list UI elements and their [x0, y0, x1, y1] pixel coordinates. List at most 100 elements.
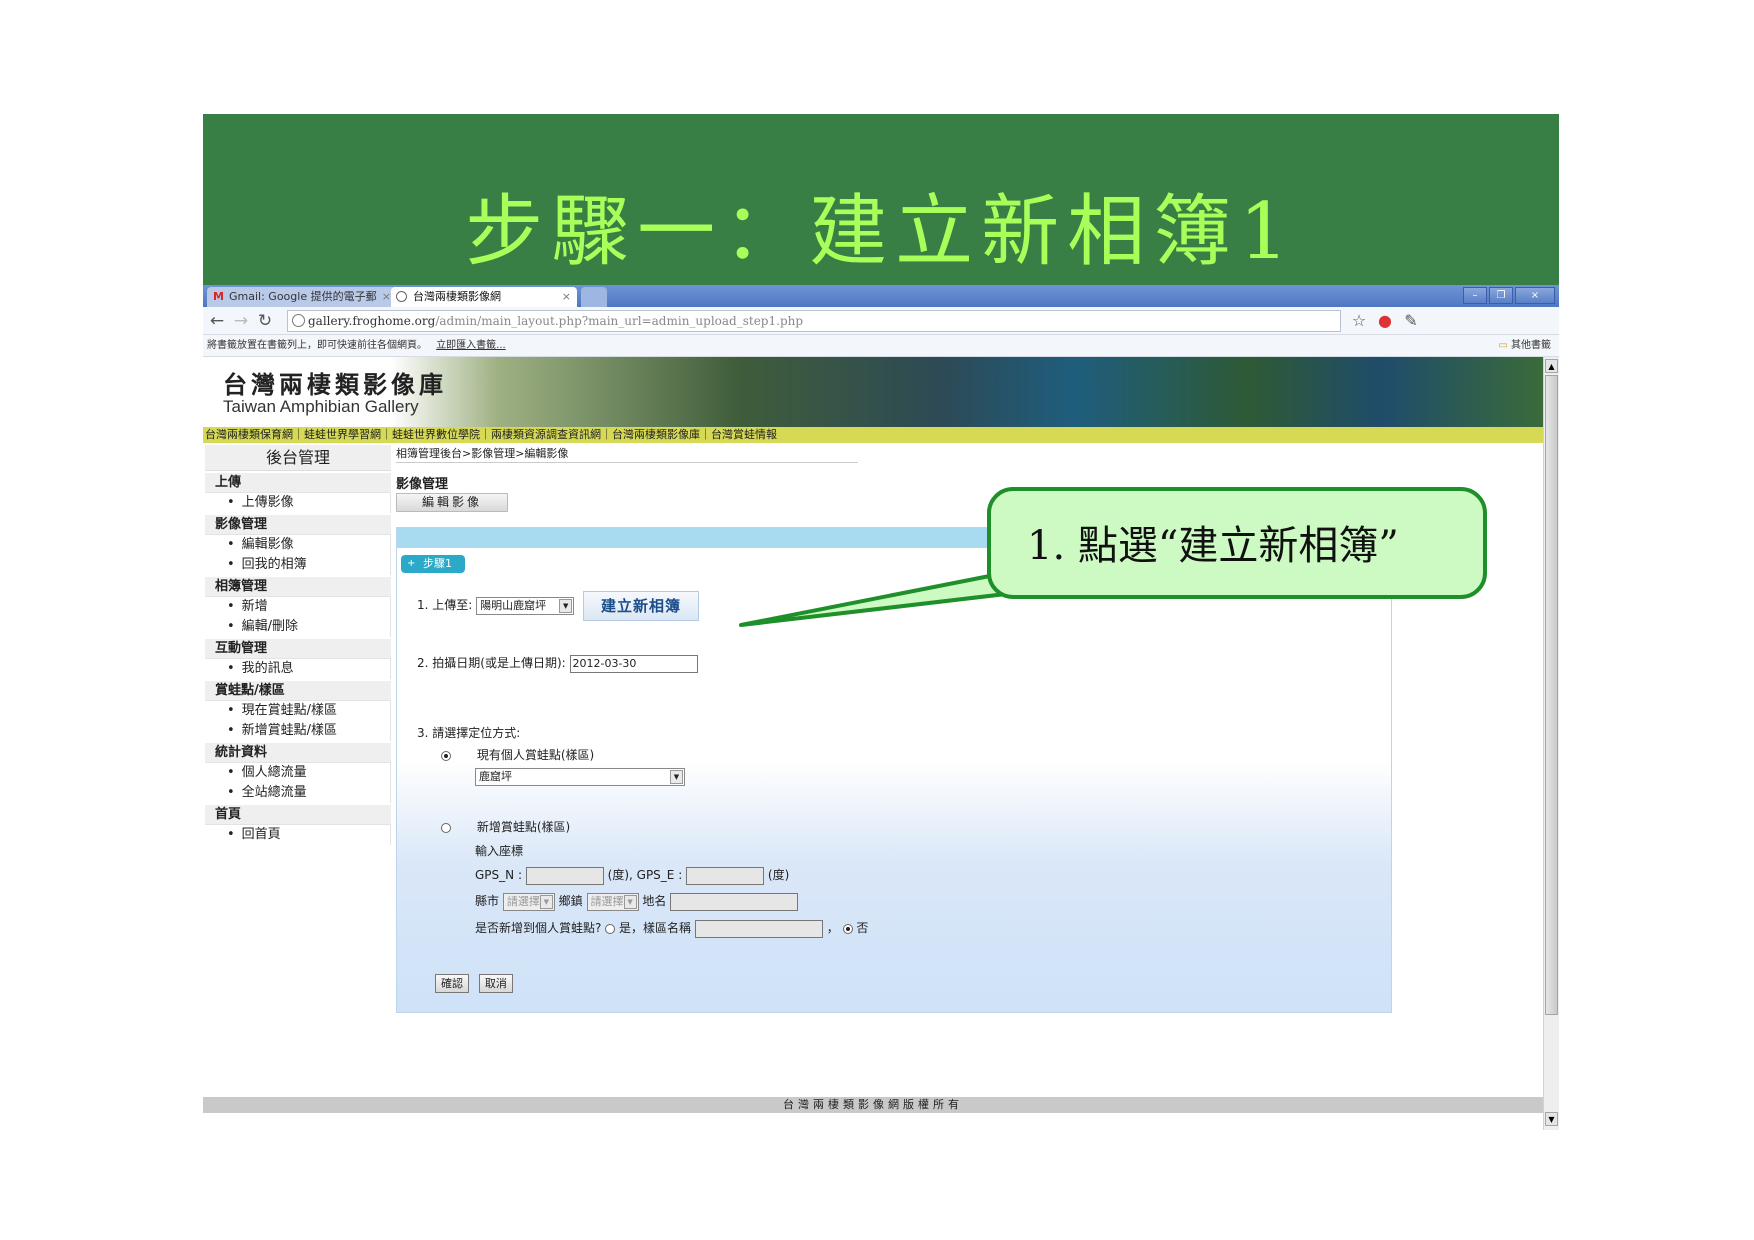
add-personal-row: 是否新增到個人賞蛙點? 是，樣區名稱 ， 否	[475, 919, 868, 938]
sidebar-item-back-home[interactable]: 回首頁	[205, 825, 391, 845]
new-spot-radio[interactable]	[441, 822, 451, 833]
extension-icon[interactable]: ●	[1375, 311, 1395, 331]
gps-e-unit: (度)	[767, 868, 790, 882]
tab-gmail[interactable]: M Gmail: Google 提供的電子郵 ×	[207, 287, 397, 307]
main-content: 相簿管理後台>影像管理>編輯影像 影像管理 編輯影像 步驟1 1. 上傳至: 陽…	[396, 445, 1543, 1013]
slide-banner: 步驟一：建立新相簿1	[203, 114, 1559, 285]
cancel-button[interactable]: 取消	[478, 974, 513, 993]
reload-icon[interactable]: ↻	[255, 311, 275, 331]
sidebar-section-interaction: 互動管理	[205, 639, 391, 659]
window-close-button[interactable]: ×	[1515, 287, 1555, 304]
slide-title: 步驟一：建立新相簿1	[465, 187, 1297, 277]
place-label: 地名	[642, 894, 667, 908]
add-personal-no-label: 否	[856, 921, 869, 935]
date-input[interactable]: 2012-03-30	[569, 654, 698, 673]
separator: ，	[826, 921, 839, 935]
upload-target-label: 1. 上傳至:	[417, 598, 473, 612]
scroll-up-icon[interactable]: ▲	[1545, 359, 1558, 373]
existing-spot-label: 現有個人賞蛙點(樣區)	[476, 748, 595, 762]
sidebar-item-add-album[interactable]: 新增	[205, 597, 391, 617]
tab-gallery[interactable]: 台灣兩棲類影像網 ×	[391, 287, 577, 307]
scroll-thumb[interactable]	[1545, 375, 1558, 1015]
sidebar-item-my-albums[interactable]: 回我的相簿	[205, 555, 391, 575]
album-select[interactable]: 陽明山鹿窟坪 ▼	[476, 596, 575, 615]
sidebar-item-edit-delete[interactable]: 編輯/刪除	[205, 617, 391, 637]
sidebar-item-personal-traffic[interactable]: 個人總流量	[205, 763, 391, 783]
new-tab-button[interactable]	[581, 287, 607, 307]
edit-image-button[interactable]: 編輯影像	[396, 493, 508, 512]
coords-label: 輸入座標	[475, 844, 524, 858]
close-icon[interactable]: ×	[562, 287, 571, 307]
sidebar-item-current-spots[interactable]: 現在賞蛙點/樣區	[205, 701, 391, 721]
site-footer: 台灣兩棲類影像網版權所有	[203, 1097, 1543, 1113]
site-nav[interactable]: 台灣兩棲類保育網｜蛙蛙世界學習網｜蛙蛙世界數位學院｜兩棲類資源調查資訊網｜台灣兩…	[203, 427, 1543, 443]
address-bar[interactable]: gallery.froghome.org/admin/main_layout.p…	[287, 310, 1341, 332]
window-controls: – ❐ ×	[1463, 287, 1555, 304]
create-album-button[interactable]: 建立新相簿	[583, 591, 699, 621]
back-icon[interactable]: ←	[207, 311, 227, 331]
globe-icon	[396, 291, 407, 302]
sidebar-section-image-management: 影像管理	[205, 515, 391, 535]
add-personal-no-radio[interactable]	[842, 923, 853, 934]
spot-name-input[interactable]	[694, 919, 823, 938]
new-spot-row: 新增賞蛙點(樣區)	[441, 818, 570, 835]
sidebar-item-my-messages[interactable]: 我的訊息	[205, 659, 391, 679]
gps-n-input[interactable]	[525, 866, 604, 885]
chevron-down-icon: ▼	[539, 894, 553, 909]
county-select[interactable]: 請選擇 ▼	[502, 892, 555, 911]
callout-text: 1. 點選“建立新相簿”	[1027, 523, 1399, 569]
chevron-down-icon: ▼	[623, 894, 637, 909]
date-label: 2. 拍攝日期(或是上傳日期):	[417, 656, 566, 670]
gps-e-input[interactable]	[686, 866, 765, 885]
place-input[interactable]	[670, 892, 799, 911]
sidebar-section-home: 首頁	[205, 805, 391, 825]
gps-n-label: GPS_N :	[475, 868, 522, 882]
import-bookmarks-link[interactable]: 立即匯入書籤...	[436, 340, 506, 351]
scrollbar[interactable]: ▲ ▼	[1543, 357, 1559, 1130]
sidebar-item-new-spot[interactable]: 新增賞蛙點/樣區	[205, 721, 391, 741]
admin-sidebar: 後台管理 上傳 上傳影像 影像管理 編輯影像 回我的相簿 相簿管理 新增 編輯/…	[205, 445, 391, 845]
chevron-down-icon: ▼	[670, 770, 683, 784]
location-method-label: 3. 請選擇定位方式:	[417, 726, 521, 740]
breadcrumb: 相簿管理後台>影像管理>編輯影像	[396, 445, 858, 463]
date-row: 2. 拍攝日期(或是上傳日期): 2012-03-30	[417, 654, 698, 673]
close-icon[interactable]: ×	[382, 287, 391, 307]
sidebar-item-edit-image[interactable]: 編輯影像	[205, 535, 391, 555]
sidebar-title: 後台管理	[205, 445, 391, 471]
existing-spot-row: 現有個人賞蛙點(樣區)	[441, 746, 594, 763]
wrench-icon[interactable]: ✎	[1401, 311, 1421, 331]
callout-bubble: 1. 點選“建立新相簿”	[987, 487, 1487, 599]
existing-spot-select-row: 鹿窟坪 ▼	[475, 768, 685, 786]
scroll-down-icon[interactable]: ▼	[1545, 1112, 1558, 1126]
tab-label: Gmail: Google 提供的電子郵	[229, 290, 377, 303]
slide: 步驟一：建立新相簿1 M Gmail: Google 提供的電子郵 × 台灣兩棲…	[0, 0, 1754, 1240]
other-bookmarks[interactable]: ▭ 其他書籤	[1498, 335, 1551, 357]
bookmark-hint: 將書籤放置在書籤列上，即可快速前往各個網頁。	[207, 340, 427, 351]
sidebar-item-site-traffic[interactable]: 全站總流量	[205, 783, 391, 803]
sidebar-item-upload-image[interactable]: 上傳影像	[205, 493, 391, 513]
add-personal-yes-radio[interactable]	[605, 923, 616, 934]
existing-spot-select[interactable]: 鹿窟坪 ▼	[475, 768, 685, 786]
add-personal-yes-label: 是，樣區名稱	[619, 921, 692, 935]
forward-icon[interactable]: →	[231, 311, 251, 331]
existing-spot-radio[interactable]	[441, 750, 451, 761]
address-host: gallery.froghome.org	[308, 314, 436, 328]
tab-step-1[interactable]: 步驟1	[401, 555, 465, 573]
minimize-button[interactable]: –	[1463, 287, 1487, 304]
web-page: 台灣兩棲類影像庫 Taiwan Amphibian Gallery 台灣兩棲類保…	[203, 357, 1543, 1130]
sidebar-section-upload: 上傳	[205, 473, 391, 493]
site-title: 台灣兩棲類影像庫	[223, 371, 447, 399]
folder-icon: ▭	[1498, 340, 1508, 351]
confirm-button[interactable]: 確認	[435, 974, 469, 993]
county-label: 縣市	[475, 894, 500, 908]
browser-toolbar: ← → ↻ gallery.froghome.org/admin/main_la…	[203, 307, 1559, 335]
gps-row: GPS_N : (度), GPS_E : (度)	[475, 866, 789, 885]
county-select-value: 請選擇	[506, 894, 540, 908]
town-select[interactable]: 請選擇 ▼	[586, 892, 639, 911]
existing-spot-value: 鹿窟坪	[479, 770, 512, 783]
new-spot-label: 新增賞蛙點(樣區)	[476, 820, 571, 834]
gmail-icon: M	[213, 290, 224, 303]
star-icon[interactable]: ☆	[1349, 311, 1369, 331]
site-header: 台灣兩棲類影像庫 Taiwan Amphibian Gallery	[203, 357, 1543, 427]
restore-button[interactable]: ❐	[1489, 287, 1513, 304]
